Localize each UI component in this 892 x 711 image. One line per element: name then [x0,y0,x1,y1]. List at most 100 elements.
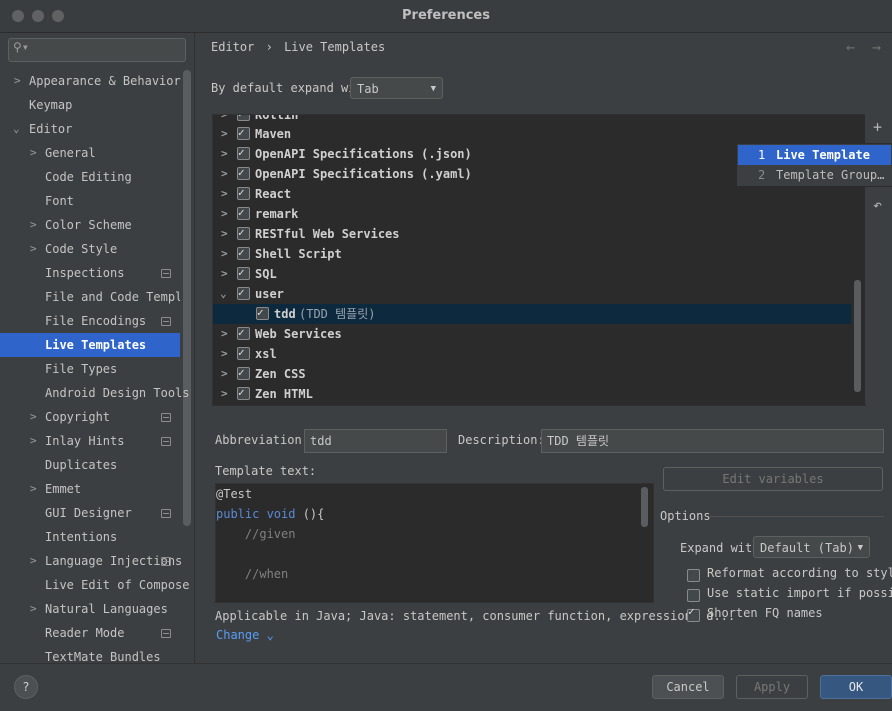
static-import-checkbox[interactable] [687,589,700,602]
group-checkbox[interactable] [237,123,250,143]
sidebar-item-code-editing[interactable]: Code Editing [0,165,180,189]
sidebar-item-android-design-tools[interactable]: Android Design Tools [0,381,190,405]
undo-icon[interactable]: ↶ [873,196,882,214]
chevron-right-icon: > [221,167,228,180]
template-group-row[interactable]: ⌄ user [213,283,851,304]
breadcrumb-current: Live Templates [284,40,386,54]
group-checkbox[interactable] [237,163,250,183]
template-group-row[interactable]: > React [213,183,851,204]
sidebar-item-live-edit-compose[interactable]: Live Edit of Compose [0,573,190,597]
sidebar-item-textmate-bundles[interactable]: TextMate Bundles [0,645,180,663]
shorten-fq-label: Shorten FQ names [707,606,823,620]
template-group-row[interactable]: > Zen HTML [213,383,851,404]
sidebar-item-label: Live Templates [45,338,147,352]
search-input[interactable] [8,38,186,62]
sidebar-item-editor[interactable]: ⌄ Editor [0,117,180,141]
sidebar-item-label: Android Design Tools [45,386,190,400]
sidebar-item-duplicates[interactable]: Duplicates [0,453,180,477]
sidebar-scrollbar[interactable] [183,70,191,526]
sidebar-item-live-templates[interactable]: Live Templates [0,333,180,357]
template-checkbox[interactable] [256,303,269,323]
description-label: Description: [458,433,545,447]
sidebar-item-emmet[interactable]: > Emmet [0,477,180,501]
chevron-right-icon: > [221,147,228,160]
sidebar-item-general[interactable]: > General [0,141,180,165]
breadcrumb-parent[interactable]: Editor [211,40,254,54]
group-checkbox[interactable] [237,223,250,243]
cancel-button[interactable]: Cancel [652,675,724,699]
forward-arrow-icon[interactable]: → [872,38,881,56]
apply-button[interactable]: Apply [736,675,808,699]
group-checkbox[interactable] [237,183,250,203]
template-group-row[interactable]: > xsl [213,343,851,364]
group-checkbox[interactable] [237,323,250,343]
template-group-row[interactable]: > SQL [213,263,851,284]
group-checkbox[interactable] [237,383,250,403]
chevron-right-icon: > [30,602,37,615]
template-group-row[interactable]: > RESTful Web Services [213,223,851,244]
edit-variables-button[interactable]: Edit variables [663,467,883,491]
template-group-row[interactable]: > Zen CSS [213,363,851,384]
group-checkbox[interactable] [237,243,250,263]
group-checkbox[interactable] [237,263,250,283]
project-settings-icon [161,317,171,326]
menu-item-live-template[interactable]: 1 Live Template [738,145,891,165]
reformat-checkbox[interactable] [687,569,700,582]
sidebar-item-file-encodings[interactable]: File Encodings [0,309,180,333]
sidebar-item-label: Inlay Hints [45,434,125,448]
chevron-down-icon: ⌄ [266,628,274,642]
back-arrow-icon[interactable]: ← [846,38,855,56]
template-group-row[interactable]: > Web Services [213,323,851,344]
ok-button[interactable]: OK [820,675,892,699]
template-group-row[interactable]: > Shell Script [213,243,851,264]
template-row-tdd[interactable]: tdd(TDD 템플릿) [213,303,851,324]
help-button[interactable]: ? [14,675,38,699]
description-field[interactable]: TDD 템플릿 [541,429,884,453]
sidebar-item-reader-mode[interactable]: Reader Mode [0,621,180,645]
menu-item-template-group[interactable]: 2 Template Group… [738,165,891,185]
change-contexts-link[interactable]: Change ⌄ [216,628,274,642]
expand-with-dropdown[interactable]: Default (Tab) ▼ [753,536,870,558]
editor-scrollbar[interactable] [641,487,648,527]
template-group-row[interactable]: > remark [213,203,851,224]
menu-item-label: Live Template [776,148,870,162]
group-checkbox[interactable] [237,203,250,223]
group-checkbox[interactable] [237,115,250,124]
group-checkbox[interactable] [237,143,250,163]
sidebar-item-inlay-hints[interactable]: > Inlay Hints [0,429,180,453]
chevron-right-icon: > [221,347,228,360]
shorten-fq-checkbox[interactable] [687,605,700,622]
expand-default-value: Tab [357,82,379,96]
template-text-label: Template text: [215,464,317,478]
group-checkbox[interactable] [237,283,250,303]
sidebar-item-label: Keymap [29,98,73,112]
group-checkbox[interactable] [237,363,250,383]
sidebar-item-appearance[interactable]: > Appearance & Behavior [0,69,181,93]
sidebar-item-inspections[interactable]: Inspections [0,261,180,285]
sidebar-item-font[interactable]: Font [0,189,180,213]
sidebar-item-label: Color Scheme [45,218,132,232]
group-label: SQL [255,267,277,281]
chevron-right-icon: > [221,247,228,260]
sidebar-item-natural-languages[interactable]: > Natural Languages [0,597,180,621]
sidebar-item-copyright[interactable]: > Copyright [0,405,180,429]
sidebar-item-file-types[interactable]: File Types [0,357,180,381]
sidebar-item-intentions[interactable]: Intentions [0,525,180,549]
sidebar-item-file-code-templates[interactable]: File and Code Templat [0,285,180,309]
sidebar-item-language-injections[interactable]: > Language Injections [0,549,182,573]
sidebar-item-color-scheme[interactable]: > Color Scheme [0,213,180,237]
expand-default-dropdown[interactable]: Tab ▼ [350,77,443,99]
chevron-right-icon: > [221,267,228,280]
abbreviation-field[interactable]: tdd [304,429,447,453]
template-group-row[interactable]: > Maven [213,123,851,144]
add-icon[interactable]: + [873,118,882,136]
template-list-scrollbar[interactable] [854,280,861,392]
group-label: React [255,187,292,201]
sidebar-item-code-style[interactable]: > Code Style [0,237,180,261]
group-checkbox[interactable] [237,343,250,363]
sidebar-item-label: Inspections [45,266,125,280]
template-text-editor[interactable]: @Test public void (){ //given //when [215,483,654,603]
sidebar-item-gui-designer[interactable]: GUI Designer [0,501,180,525]
project-settings-icon [161,629,171,638]
sidebar-item-keymap[interactable]: Keymap [0,93,180,117]
